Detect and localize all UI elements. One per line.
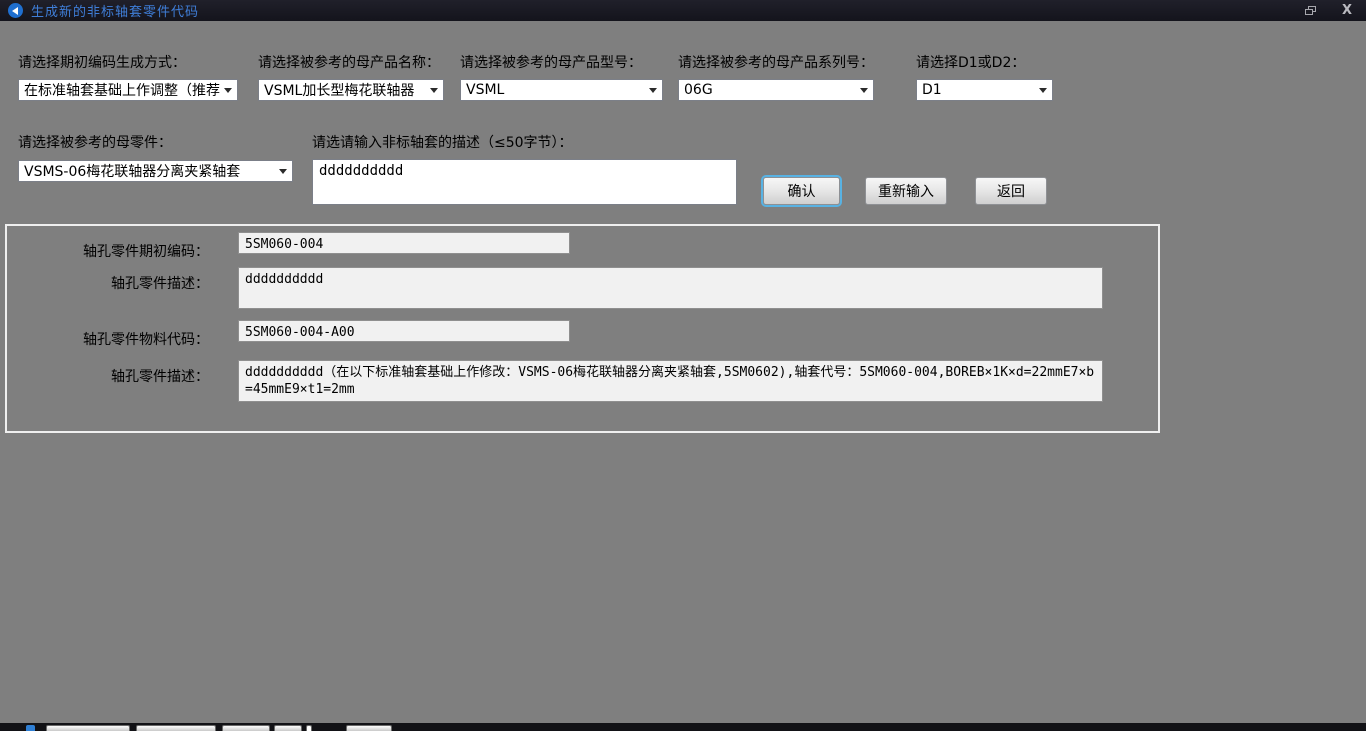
label-description-input: 请选请输入非标轴套的描述（≤50字节）：: [312, 132, 573, 152]
combo-d1-or-d2[interactable]: D1: [916, 79, 1053, 101]
label-initial-part-code: 轴孔零件期初编码：: [19, 241, 209, 261]
label-part-material-code: 轴孔零件物料代码：: [19, 329, 209, 349]
taskbar-item[interactable]: [346, 725, 392, 731]
restore-window-button[interactable]: [1297, 2, 1323, 19]
label-part-description-1: 轴孔零件描述：: [19, 273, 209, 293]
taskbar-item[interactable]: [46, 725, 130, 731]
label-parent-product-series: 请选择被参考的母产品系列号：: [678, 52, 874, 72]
chevron-down-icon: [1039, 88, 1047, 93]
combo-parent-part[interactable]: VSMS-06梅花联轴器分离夹紧轴套: [18, 160, 293, 182]
field-initial-part-code: 5SM060-004: [238, 232, 570, 254]
label-initial-code-method: 请选择期初编码生成方式：: [18, 52, 186, 72]
taskbar-item[interactable]: [274, 725, 302, 731]
taskbar-item[interactable]: [306, 725, 312, 731]
field-part-description-1: dddddddddd: [238, 267, 1103, 309]
close-button[interactable]: X: [1334, 2, 1360, 19]
label-part-description-2: 轴孔零件描述：: [19, 366, 209, 386]
restore-window-icon: [1305, 6, 1316, 15]
title-bar: 生成新的非标轴套零件代码 X: [0, 0, 1366, 21]
combo-value: VSML: [466, 82, 645, 98]
confirm-button[interactable]: 确认: [763, 177, 840, 205]
combo-parent-product-series[interactable]: 06G: [678, 79, 874, 101]
chevron-down-icon: [279, 169, 287, 174]
taskbar-item[interactable]: [136, 725, 216, 731]
label-parent-product-model: 请选择被参考的母产品型号：: [460, 52, 642, 72]
back-button[interactable]: 返回: [975, 177, 1047, 205]
label-d1-or-d2: 请选择D1或D2：: [916, 52, 1025, 72]
back-arrow-icon: [8, 3, 23, 18]
chevron-down-icon: [860, 88, 868, 93]
chevron-down-icon: [430, 88, 438, 93]
reinput-button[interactable]: 重新输入: [865, 177, 947, 205]
combo-parent-product-model[interactable]: VSML: [460, 79, 663, 101]
combo-value: 06G: [684, 82, 856, 98]
window-title: 生成新的非标轴套零件代码: [31, 1, 199, 20]
chevron-down-icon: [649, 88, 657, 93]
close-icon: X: [1342, 3, 1352, 18]
field-part-description-2: dddddddddd（在以下标准轴套基础上作修改：VSMS-06梅花联轴器分离夹…: [238, 360, 1103, 402]
taskbar: [0, 723, 1366, 731]
description-input[interactable]: dddddddddd: [312, 159, 737, 205]
combo-value: VSMS-06梅花联轴器分离夹紧轴套: [24, 161, 275, 181]
label-parent-part: 请选择被参考的母零件：: [18, 132, 172, 152]
combo-value: VSML加长型梅花联轴器: [264, 80, 426, 100]
result-groupbox: 轴孔零件期初编码： 5SM060-004 轴孔零件描述： dddddddddd …: [5, 224, 1160, 433]
combo-value: 在标准轴套基础上作调整（推荐: [24, 80, 220, 100]
taskbar-item[interactable]: [222, 725, 270, 731]
chevron-down-icon: [224, 88, 232, 93]
combo-value: D1: [922, 82, 1035, 98]
combo-parent-product-name[interactable]: VSML加长型梅花联轴器: [258, 79, 444, 101]
combo-initial-code-method[interactable]: 在标准轴套基础上作调整（推荐: [18, 79, 238, 101]
taskbar-start-fragment[interactable]: [26, 725, 35, 731]
label-parent-product-name: 请选择被参考的母产品名称：: [258, 52, 440, 72]
field-part-material-code: 5SM060-004-A00: [238, 320, 570, 342]
